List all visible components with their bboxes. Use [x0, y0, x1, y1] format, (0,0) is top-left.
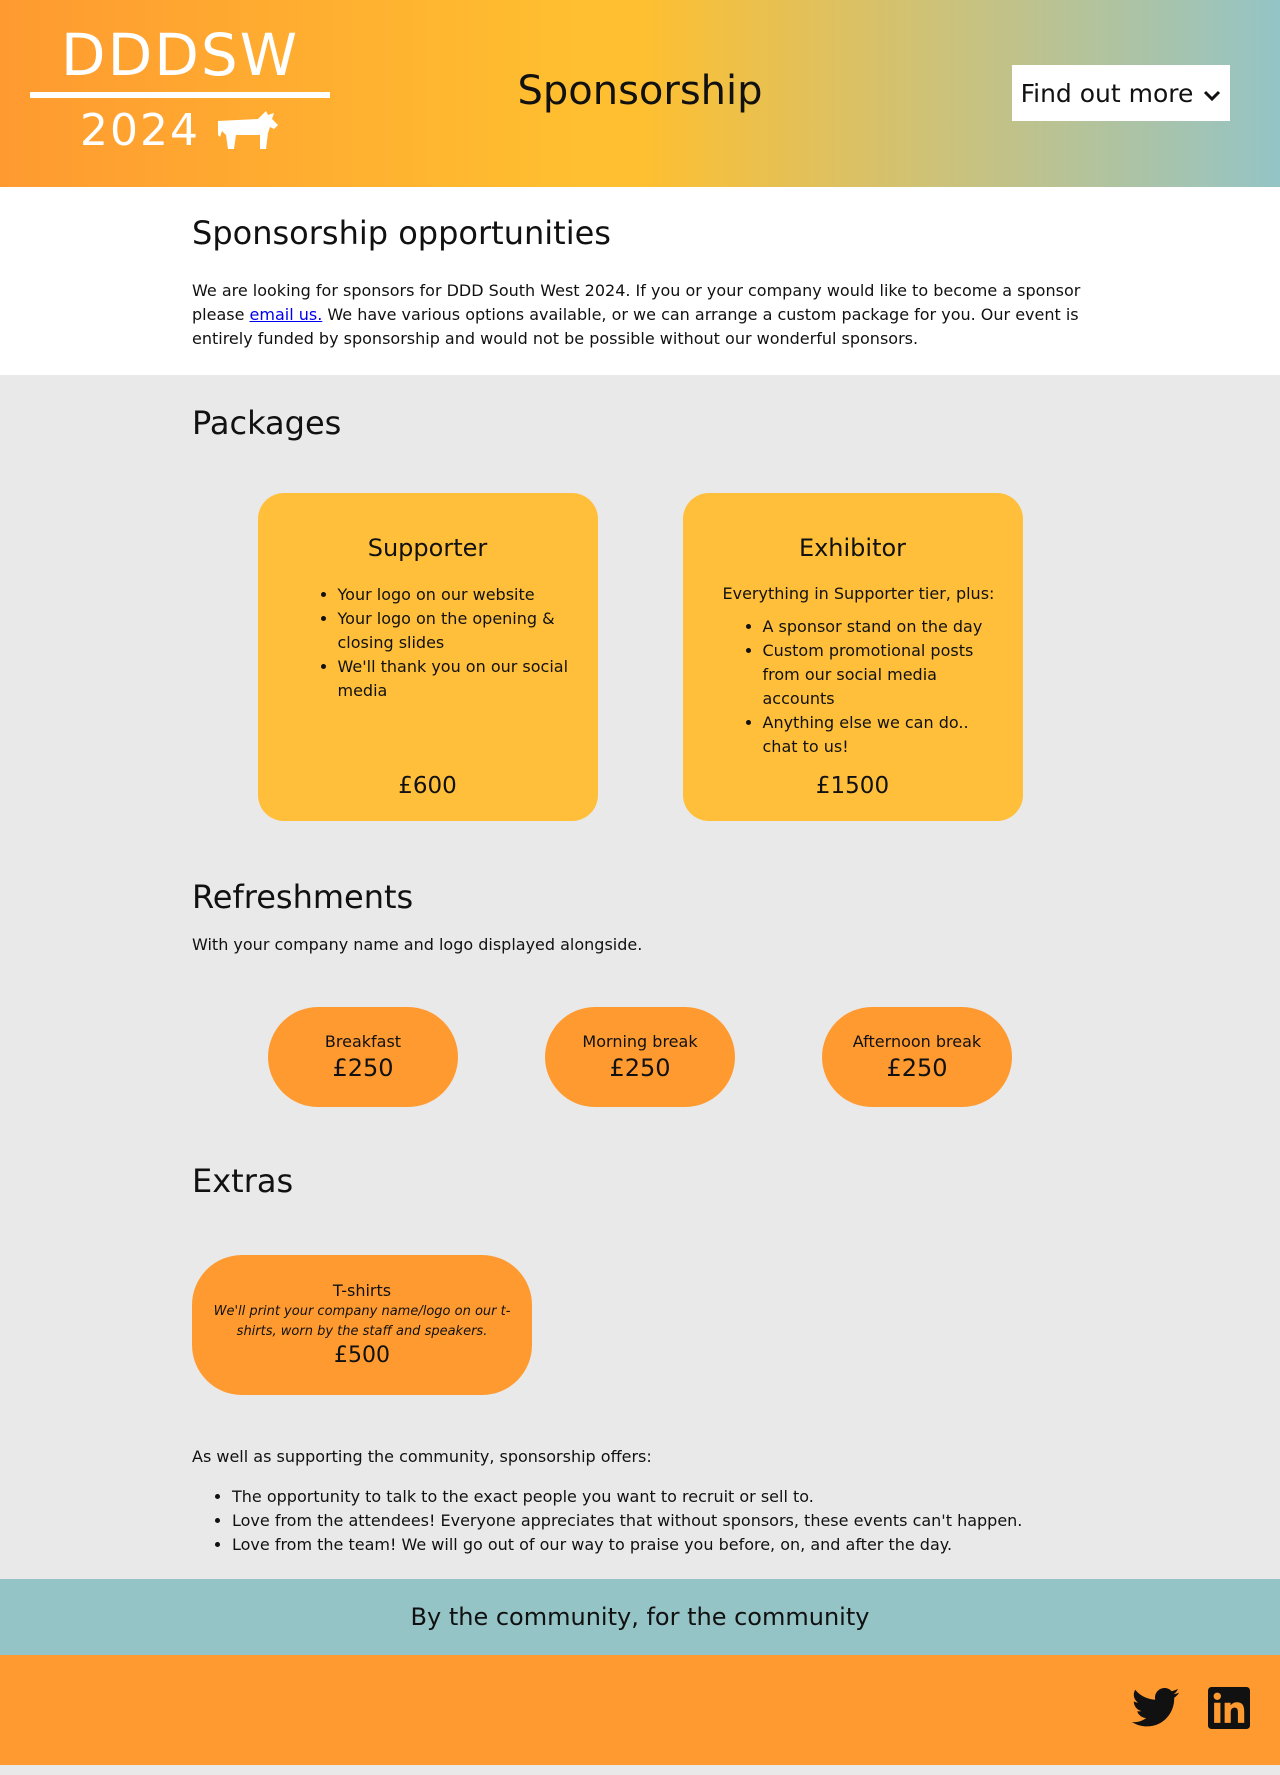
refreshment-label: Breakfast — [324, 1032, 402, 1051]
twitter-icon[interactable] — [1131, 1688, 1180, 1732]
offers-intro: As well as supporting the community, spo… — [192, 1447, 652, 1466]
intro-text: We are looking for sponsors for DDD Sout… — [192, 279, 1088, 351]
package-card-exhibitor: Exhibitor Everything in Supporter tier, … — [682, 493, 1023, 821]
refreshment-price: £250 — [886, 1054, 948, 1082]
extras-heading: Extras — [192, 1162, 294, 1200]
package-feature: A sponsor stand on the day — [763, 615, 1001, 639]
package-intro: Everything in Supporter tier, plus: — [722, 584, 995, 603]
refreshment-afternoon-break: Afternoon break £250 — [822, 1007, 1012, 1107]
tagline-band: By the community, for the community — [0, 1579, 1280, 1655]
refreshment-breakfast: Breakfast £250 — [268, 1007, 458, 1107]
site-footer — [0, 1655, 1280, 1765]
email-us-link[interactable]: email us. — [250, 305, 323, 324]
offers-list: The opportunity to talk to the exact peo… — [192, 1485, 1088, 1579]
package-features: A sponsor stand on the day Custom promot… — [705, 615, 1001, 759]
refreshments-text: With your company name and logo displaye… — [192, 935, 643, 954]
extra-tshirts: T-shirts We'll print your company name/l… — [192, 1255, 532, 1395]
package-features: Your logo on our website Your logo on th… — [280, 583, 576, 703]
intro-section: Sponsorship opportunities We are looking… — [0, 187, 1280, 375]
extra-description: We'll print your company name/logo on ou… — [213, 1304, 511, 1339]
offers-section: As well as supporting the community, spo… — [192, 1445, 1088, 1579]
refreshment-price: £250 — [609, 1054, 671, 1082]
tagline-text: By the community, for the community — [410, 1603, 870, 1631]
package-title: Exhibitor — [798, 534, 907, 562]
refreshments-list: Breakfast £250 Morning break £250 Aftern… — [192, 1007, 1088, 1107]
main-content: Packages Supporter Your logo on our webs… — [0, 375, 1280, 1579]
package-price: £600 — [398, 773, 457, 799]
package-feature: Your logo on our website — [338, 583, 576, 607]
refreshment-label: Morning break — [582, 1032, 698, 1051]
package-title: Supporter — [367, 534, 488, 562]
offer-item: Love from the attendees! Everyone apprec… — [232, 1509, 1088, 1533]
find-out-more-label: Find out more — [1020, 78, 1194, 108]
refreshment-morning-break: Morning break £250 — [545, 1007, 735, 1107]
package-feature: Custom promotional posts from our social… — [763, 639, 1001, 711]
packages-list: Supporter Your logo on our website Your … — [192, 493, 1088, 821]
intro-text-part2: We have various options available, or we… — [192, 305, 1079, 348]
refreshments-heading: Refreshments — [192, 878, 414, 916]
package-card-supporter: Supporter Your logo on our website Your … — [257, 493, 598, 821]
package-price: £1500 — [815, 773, 890, 799]
offer-item: The opportunity to talk to the exact peo… — [232, 1485, 1088, 1509]
site-header: DDDSW 2024 Sponsorship Find out more — [0, 0, 1280, 187]
refreshment-label: Afternoon break — [852, 1032, 982, 1051]
package-feature: Anything else we can do.. chat to us! — [763, 711, 1001, 759]
extra-price: £500 — [334, 1343, 390, 1368]
refreshment-price: £250 — [332, 1054, 394, 1082]
offer-item: Love from the team! We will go out of ou… — [232, 1533, 1088, 1557]
chevron-down-icon — [1203, 79, 1221, 108]
extra-title: T-shirts — [332, 1281, 392, 1300]
find-out-more-dropdown[interactable]: Find out more — [1012, 65, 1230, 121]
package-feature: We'll thank you on our social media — [338, 655, 576, 703]
cow-icon — [214, 107, 280, 155]
packages-heading: Packages — [192, 404, 342, 442]
social-links — [1131, 1687, 1250, 1733]
package-feature: Your logo on the opening & closing slide… — [338, 607, 576, 655]
intro-heading: Sponsorship opportunities — [192, 214, 611, 252]
linkedin-icon[interactable] — [1208, 1687, 1250, 1733]
